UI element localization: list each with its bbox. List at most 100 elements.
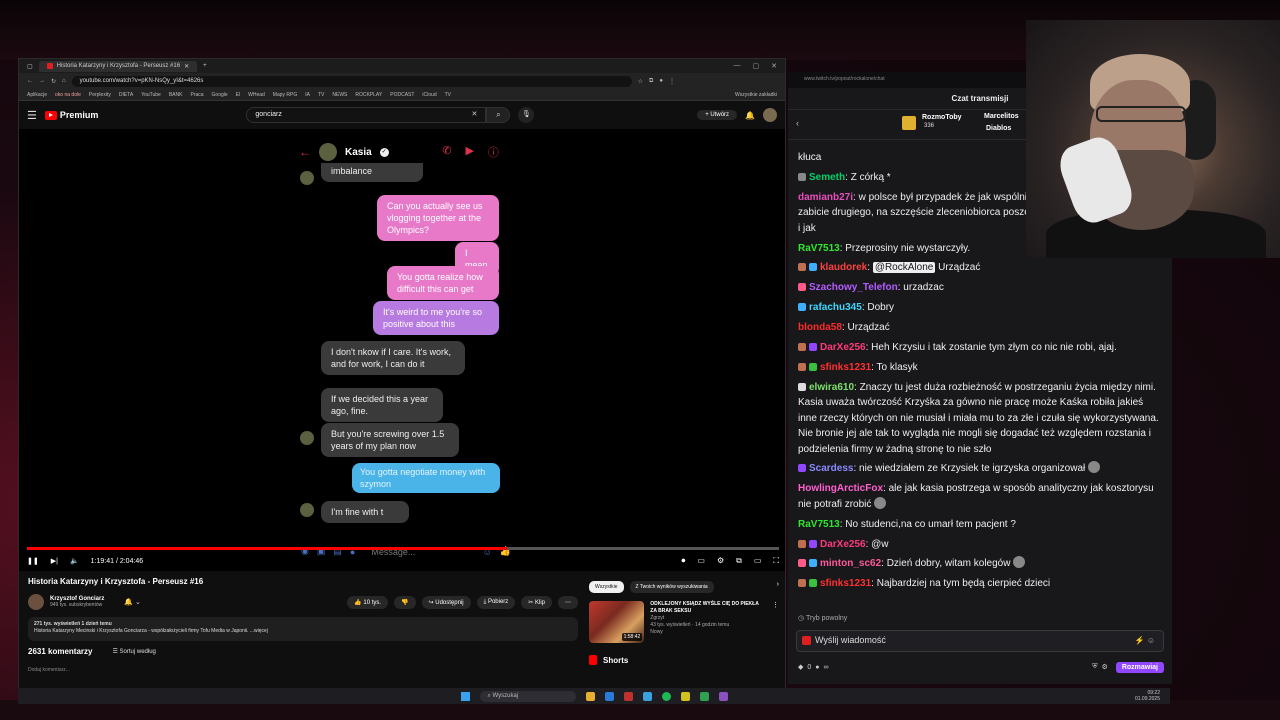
settings-gear-icon[interactable]: ⚙ bbox=[717, 556, 724, 566]
recommended-video[interactable]: 1:58:42 ODKLEJONY KSIĄDZ WYŚLE CIĘ DO PI… bbox=[589, 601, 779, 643]
bookmark-item[interactable]: DIETA bbox=[119, 92, 133, 98]
bookmark-item[interactable]: TV bbox=[318, 92, 324, 98]
chat-username[interactable]: Szachowy_Telefon bbox=[809, 282, 898, 293]
hamburger-menu-icon[interactable]: ☰ bbox=[27, 109, 37, 122]
chat-settings-gear-icon[interactable]: ⚙ bbox=[1102, 663, 1108, 671]
app-icon[interactable] bbox=[699, 691, 709, 701]
chat-collapse-icon[interactable]: ‹ bbox=[796, 118, 799, 128]
bookmark-item[interactable]: Praca bbox=[190, 92, 203, 98]
bookmark-item[interactable]: TV bbox=[445, 92, 451, 98]
file-explorer-icon[interactable] bbox=[585, 691, 595, 701]
bookmark-item[interactable]: IA bbox=[305, 92, 310, 98]
account-avatar[interactable] bbox=[763, 108, 777, 122]
clear-search-icon[interactable]: ✕ bbox=[472, 108, 478, 122]
profile-icon[interactable]: ● bbox=[659, 78, 663, 84]
bookmark-item[interactable]: Perplexity bbox=[89, 92, 111, 98]
chat-username[interactable]: DarXe256 bbox=[820, 539, 866, 550]
browser-tab[interactable]: Historia Katarzyny i Krzysztofa - Perseu… bbox=[38, 60, 198, 72]
maximize-icon[interactable]: ▢ bbox=[753, 62, 760, 70]
minimize-icon[interactable]: — bbox=[734, 62, 741, 70]
chat-username[interactable]: klaudorek bbox=[820, 262, 867, 273]
bookmark-item[interactable]: BANK bbox=[169, 92, 183, 98]
chrome-icon[interactable] bbox=[642, 691, 652, 701]
chip-all[interactable]: Wszystkie bbox=[589, 581, 624, 593]
bookmark-item[interactable]: ROCKPLAY bbox=[355, 92, 382, 98]
share-button[interactable]: ↪ Udostępnij bbox=[421, 595, 471, 609]
like-button[interactable]: 👍 10 tys. bbox=[347, 595, 389, 609]
shield-icon[interactable]: ⛨ bbox=[1092, 663, 1097, 671]
chat-username[interactable]: rafachu345 bbox=[809, 302, 862, 313]
add-comment-input[interactable]: Dodaj komentarz... bbox=[28, 667, 70, 673]
chat-username[interactable]: DarXe256 bbox=[820, 342, 866, 353]
url-input[interactable]: youtube.com/watch?v=pKN-NsQy_yI&t=4626s bbox=[71, 75, 632, 87]
new-tab-button[interactable]: + bbox=[203, 63, 207, 69]
extensions-icon[interactable]: ⧉ bbox=[649, 78, 653, 85]
channel-points-icon[interactable]: ◆ bbox=[798, 663, 803, 671]
bookmark-item[interactable]: WHead bbox=[248, 92, 265, 98]
bookmark-item[interactable]: PODCAST bbox=[390, 92, 414, 98]
download-button[interactable]: ⤓ Pobierz bbox=[476, 595, 516, 609]
miniplayer-icon[interactable]: ⧉ bbox=[736, 556, 742, 566]
bookmark-item[interactable]: Wszystkie zakładki bbox=[735, 92, 777, 98]
video-menu-icon[interactable]: ⋮ bbox=[772, 601, 779, 643]
autoplay-toggle-icon[interactable]: ⏺ bbox=[681, 556, 685, 566]
chat-username[interactable]: minton_sc62 bbox=[820, 558, 881, 569]
opera-icon[interactable] bbox=[623, 691, 633, 701]
chat-username[interactable]: elwira610 bbox=[809, 382, 854, 393]
chat-username[interactable]: Scardess bbox=[809, 463, 853, 474]
taskbar-search[interactable]: ⌕ Wyszukaj bbox=[479, 690, 576, 702]
bookmark-item[interactable]: Mapy RPG bbox=[273, 92, 297, 98]
spotify-icon[interactable] bbox=[661, 691, 671, 701]
fullscreen-icon[interactable]: ⛶ bbox=[773, 556, 779, 566]
dislike-button[interactable]: 👎 bbox=[394, 595, 416, 609]
chat-username[interactable]: RaV7513 bbox=[798, 243, 840, 254]
volume-icon[interactable]: 🔈 bbox=[70, 557, 79, 565]
theater-mode-icon[interactable]: ▭ bbox=[754, 556, 762, 566]
create-button[interactable]: + Utwórz bbox=[697, 110, 738, 120]
search-button[interactable]: ⌕ bbox=[486, 107, 511, 123]
star-icon[interactable]: ☆ bbox=[638, 78, 643, 85]
chat-input-icons[interactable]: ⚡ ☺ bbox=[1135, 631, 1155, 650]
chat-send-button[interactable]: Rozmawiaj bbox=[1115, 661, 1164, 673]
tab-group-icon[interactable]: ▢ bbox=[27, 63, 33, 70]
subtitles-icon[interactable]: ▭ bbox=[697, 556, 705, 566]
bookmark-item[interactable]: Aplikacje bbox=[27, 92, 47, 98]
menu-icon[interactable]: ⋮ bbox=[669, 78, 675, 85]
pause-icon[interactable]: ❚❚ bbox=[27, 557, 39, 565]
chat-input[interactable]: Wyślij wiadomość ⚡ ☺ bbox=[796, 630, 1164, 652]
notifications-bell-icon[interactable]: 🔔 bbox=[745, 111, 755, 120]
chat-username[interactable]: HowlingArcticFox bbox=[798, 483, 883, 494]
bookmark-item[interactable]: YouTube bbox=[141, 92, 161, 98]
bookmark-item[interactable]: iCloud bbox=[422, 92, 436, 98]
system-tray[interactable]: 09:22 01.09.2025 bbox=[1135, 690, 1160, 702]
chat-username[interactable]: blonda58 bbox=[798, 322, 842, 333]
clip-button[interactable]: ✂ Klip bbox=[521, 595, 552, 609]
chat-username[interactable]: RaV7513 bbox=[798, 519, 840, 530]
chat-mention[interactable]: @RockAlone bbox=[872, 262, 936, 274]
app-icon[interactable] bbox=[718, 691, 728, 701]
close-tab-icon[interactable]: ✕ bbox=[184, 63, 189, 70]
sort-comments-button[interactable]: ☰ Sortuj według bbox=[112, 648, 155, 655]
chat-username[interactable]: Semeth bbox=[809, 172, 845, 183]
search-input[interactable]: gonciarz ✕ bbox=[246, 107, 487, 123]
reload-icon[interactable]: ↻ bbox=[51, 78, 56, 85]
video-progress-bar[interactable] bbox=[27, 547, 779, 550]
bookmark-item[interactable]: Google bbox=[212, 92, 228, 98]
subscription-bell-icon[interactable]: 🔔 ⌄ bbox=[124, 598, 141, 606]
bookmark-item[interactable]: NEWS bbox=[332, 92, 347, 98]
forward-icon[interactable]: → bbox=[39, 78, 45, 84]
bits-icon[interactable]: ● bbox=[815, 664, 819, 671]
chat-username[interactable]: damianb27i bbox=[798, 192, 853, 203]
home-icon[interactable]: ⌂ bbox=[62, 78, 66, 84]
close-window-icon[interactable]: ✕ bbox=[771, 62, 777, 70]
video-description[interactable]: 271 tys. wyświetleń 1 dzień temu Histori… bbox=[28, 617, 578, 641]
chips-next-icon[interactable]: › bbox=[777, 581, 779, 593]
video-player[interactable]: ← Kasia ✓ ✆ ▶ ⓘ imbalance Can you actual… bbox=[19, 129, 785, 571]
back-icon[interactable]: ← bbox=[27, 78, 33, 84]
app-icon[interactable] bbox=[680, 691, 690, 701]
chip-from-search[interactable]: Z Twoich wyników wyszukiwania bbox=[629, 581, 714, 593]
youtube-logo[interactable]: Premium bbox=[44, 110, 98, 120]
chat-username[interactable]: sfinks1231 bbox=[820, 362, 871, 373]
next-icon[interactable]: ▶| bbox=[51, 557, 58, 565]
bookmark-item[interactable]: oko na dole bbox=[55, 92, 81, 98]
